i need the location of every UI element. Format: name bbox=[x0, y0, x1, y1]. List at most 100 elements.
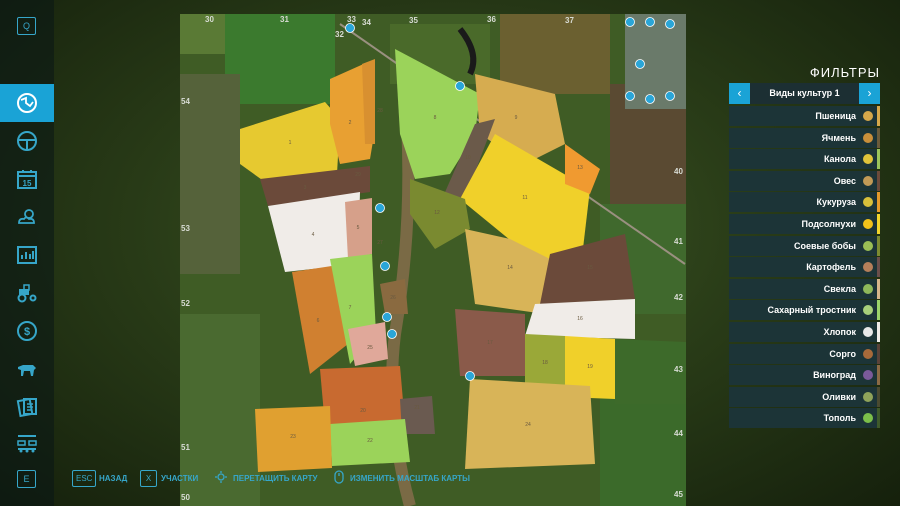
crop-filter-label: Сахарный тростник bbox=[767, 305, 856, 316]
steering-wheel-icon bbox=[17, 131, 37, 151]
grid-label: 43 bbox=[674, 365, 683, 374]
grid-label: 31 bbox=[280, 15, 289, 24]
svg-text:12: 12 bbox=[434, 210, 440, 216]
svg-text:5: 5 bbox=[357, 225, 360, 231]
svg-text:11: 11 bbox=[522, 195, 527, 201]
crop-filter-item[interactable]: Сорго bbox=[729, 343, 880, 364]
sidebar-item-statistics[interactable] bbox=[0, 236, 54, 274]
crop-filter-item[interactable]: Пшеница bbox=[729, 106, 880, 126]
crop-color-indicator bbox=[877, 192, 880, 213]
crop-filter-label: Овес bbox=[833, 175, 856, 186]
crop-icon bbox=[863, 154, 873, 165]
crop-icon bbox=[863, 197, 873, 208]
next-page-key[interactable]: E bbox=[17, 470, 36, 488]
grid-label: 51 bbox=[181, 443, 190, 452]
filter-category-selector[interactable]: ‹ Виды культур 1 › bbox=[729, 83, 880, 104]
fields-button-label[interactable]: УЧАСТКИ bbox=[161, 474, 198, 483]
svg-text:21: 21 bbox=[414, 405, 420, 411]
crop-icon bbox=[863, 391, 873, 402]
svg-text:17: 17 bbox=[487, 340, 493, 346]
crop-filter-item[interactable]: Оливки bbox=[729, 386, 880, 407]
crop-filter-item[interactable]: Картофель bbox=[729, 257, 880, 278]
svg-text:9: 9 bbox=[515, 115, 518, 121]
crop-filter-item[interactable]: Канола bbox=[729, 149, 880, 170]
crop-filter-item[interactable]: Хлопок bbox=[729, 322, 880, 342]
crop-color-indicator bbox=[877, 300, 880, 321]
crop-filter-label: Канола bbox=[823, 154, 856, 165]
filters-title: ФИЛЬТРЫ bbox=[809, 65, 880, 80]
farm-map[interactable]: 1 2 3 4 5 6 7 8 9 10 11 12 13 14 15 16 1… bbox=[180, 14, 686, 506]
crop-filter-label: Сорго bbox=[829, 348, 856, 359]
sidebar-menu: Q 15 $ E bbox=[0, 0, 54, 506]
svg-text:3: 3 bbox=[304, 185, 307, 191]
sidebar-item-map[interactable] bbox=[0, 84, 54, 122]
weather-icon bbox=[18, 209, 35, 224]
chevron-right-icon[interactable]: › bbox=[859, 83, 880, 104]
back-button-label[interactable]: НАЗАД bbox=[99, 474, 127, 483]
grid-label: 32 bbox=[335, 30, 344, 39]
drag-map-label[interactable]: ПЕРЕТАЩИТЬ КАРТУ bbox=[233, 474, 317, 483]
grid-label: 35 bbox=[409, 16, 418, 25]
filter-category-label: Виды культур 1 bbox=[769, 88, 840, 98]
contracts-icon bbox=[16, 397, 37, 418]
crop-filter-item[interactable]: Ячмень bbox=[729, 127, 880, 148]
svg-text:1: 1 bbox=[289, 140, 292, 146]
svg-text:15: 15 bbox=[587, 265, 593, 271]
map-icon bbox=[17, 93, 37, 113]
crop-color-indicator bbox=[877, 408, 880, 429]
crop-filter-item[interactable]: Сахарный тростник bbox=[729, 300, 880, 321]
svg-text:16: 16 bbox=[577, 316, 583, 322]
zoom-map-label[interactable]: ИЗМЕНИТЬ МАСШТАБ КАРТЫ bbox=[350, 474, 470, 483]
crop-icon bbox=[863, 262, 873, 273]
crop-icon bbox=[863, 283, 873, 294]
crop-color-indicator bbox=[877, 106, 880, 126]
mouse-zoom-icon bbox=[334, 470, 344, 484]
sidebar-item-garage[interactable] bbox=[0, 274, 54, 312]
svg-text:23: 23 bbox=[290, 434, 296, 440]
grid-label: 45 bbox=[674, 490, 683, 499]
crop-filter-item[interactable]: Кукуруза bbox=[729, 192, 880, 213]
grid-label: 33 bbox=[347, 15, 356, 24]
crop-color-indicator bbox=[877, 343, 880, 364]
crop-filter-item[interactable]: Свекла bbox=[729, 278, 880, 299]
sidebar-item-contracts[interactable] bbox=[0, 388, 54, 426]
crop-color-indicator bbox=[877, 170, 880, 191]
crop-color-indicator bbox=[877, 127, 880, 148]
crop-filter-item[interactable]: Подсолнухи bbox=[729, 214, 880, 234]
grid-label: 52 bbox=[181, 299, 190, 308]
svg-text:2: 2 bbox=[349, 120, 352, 126]
grid-label: 50 bbox=[181, 493, 190, 502]
chevron-left-icon[interactable]: ‹ bbox=[729, 83, 750, 104]
crop-icon bbox=[863, 219, 873, 229]
crop-icon bbox=[863, 175, 873, 186]
sidebar-item-vehicles[interactable] bbox=[0, 122, 54, 160]
grid-label: 54 bbox=[181, 97, 190, 106]
crop-filter-item[interactable]: Тополь bbox=[729, 408, 880, 429]
back-key[interactable]: ESC bbox=[72, 470, 97, 487]
previous-page-key[interactable]: Q bbox=[17, 17, 36, 35]
production-icon bbox=[17, 435, 37, 453]
crop-filter-item[interactable]: Соевые бобы bbox=[729, 235, 880, 256]
sidebar-item-production[interactable] bbox=[0, 424, 54, 462]
fields-key[interactable]: X bbox=[140, 470, 157, 487]
crop-color-indicator bbox=[877, 149, 880, 170]
crop-filter-label: Пшеница bbox=[815, 111, 856, 121]
svg-text:6: 6 bbox=[317, 318, 320, 324]
crop-color-indicator bbox=[877, 235, 880, 256]
crop-icon bbox=[863, 348, 873, 359]
sidebar-item-finances[interactable]: $ bbox=[0, 312, 54, 350]
grid-label: 36 bbox=[487, 15, 496, 24]
crop-color-indicator bbox=[877, 278, 880, 299]
sidebar-item-animals[interactable] bbox=[0, 350, 54, 388]
crop-filter-item[interactable]: Овес bbox=[729, 170, 880, 191]
crop-filter-label: Свекла bbox=[823, 283, 856, 294]
animals-icon bbox=[18, 365, 36, 376]
sidebar-item-weather[interactable] bbox=[0, 198, 54, 236]
sidebar-item-calendar[interactable]: 15 bbox=[0, 160, 54, 198]
crop-filter-item[interactable]: Виноград bbox=[729, 365, 880, 386]
svg-text:15: 15 bbox=[23, 179, 32, 188]
svg-text:22: 22 bbox=[367, 438, 373, 444]
grid-label: 34 bbox=[362, 18, 371, 27]
crop-filter-label: Оливки bbox=[822, 391, 856, 402]
svg-text:28: 28 bbox=[377, 108, 383, 114]
